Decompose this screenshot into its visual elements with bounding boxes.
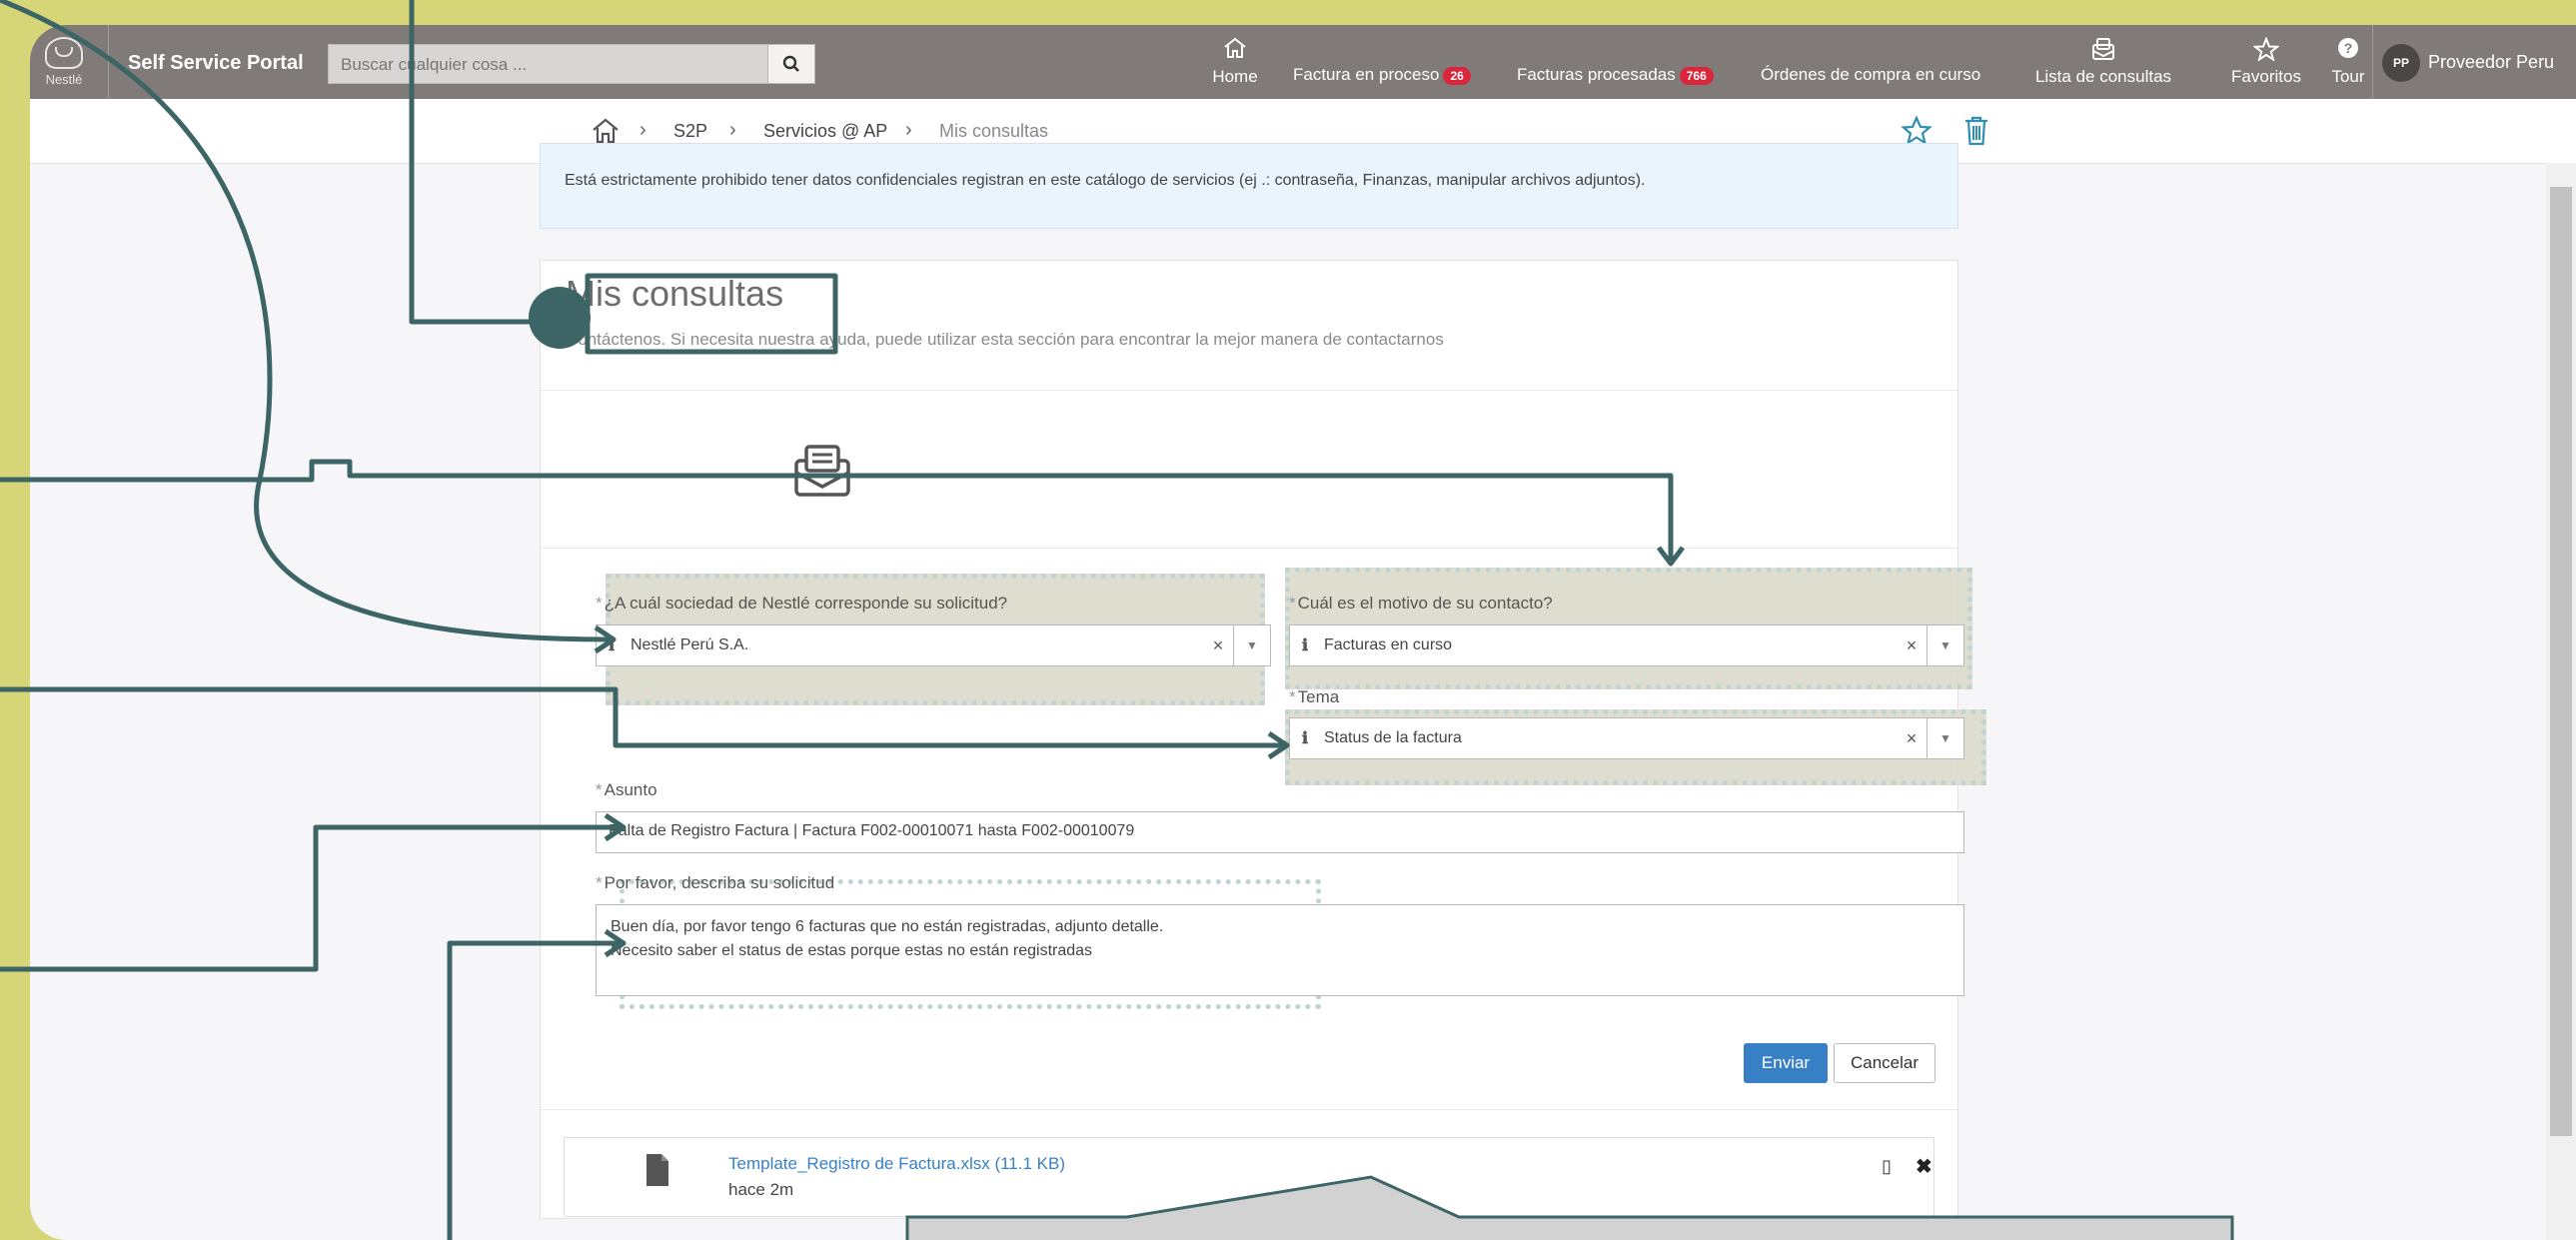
nestle-logo[interactable]: Nestlé — [40, 35, 88, 89]
divider — [541, 390, 1957, 391]
nav-favoritos-label: Favoritos — [2231, 67, 2301, 86]
submit-button[interactable]: Enviar — [1744, 1043, 1828, 1083]
sociedad-label: * ¿A cuál sociedad de Nestlé corresponde … — [596, 594, 1008, 613]
nav-lista-consultas-label: Lista de consultas — [2034, 67, 2172, 86]
asunto-input[interactable]: Falta de Registro Factura | Factura F002… — [596, 811, 1964, 853]
scrollbar[interactable] — [2546, 163, 2576, 1240]
inbox-icon — [794, 445, 850, 497]
nav-home-label: Home — [1212, 67, 1258, 86]
chevron-down-icon[interactable]: ▼ — [1927, 718, 1963, 758]
help-icon: ? — [2338, 38, 2358, 58]
nav-home[interactable]: Home — [1205, 35, 1265, 95]
motivo-label: * Cuál es el motivo de su contacto? — [1289, 594, 1553, 613]
search-icon — [782, 55, 799, 72]
nav-tour-label: Tour — [2331, 67, 2365, 86]
nav-ordenes-compra[interactable]: Órdenes de compra en curso — [1761, 65, 1980, 85]
page-subtitle: Contáctenos. Si necesita nuestra ayuda, … — [566, 330, 1444, 349]
descripcion-textarea[interactable]: Buen día, por favor tengo 6 facturas que… — [596, 904, 1964, 996]
portal-title[interactable]: Self Service Portal — [128, 52, 304, 75]
delete-attachment-icon[interactable]: ✖ — [1916, 1154, 1932, 1179]
trash-icon[interactable] — [1962, 115, 1990, 147]
chevron-down-icon[interactable]: ▼ — [1233, 625, 1270, 665]
clear-icon[interactable]: × — [1897, 635, 1927, 656]
descripcion-label: * Por favor, describa su solicitud — [596, 873, 835, 892]
user-name[interactable]: Proveedor Peru — [2428, 52, 2554, 73]
nav-tour[interactable]: ? Tour — [2328, 35, 2368, 95]
nest-icon — [45, 37, 83, 69]
breadcrumb-item-s2p[interactable]: S2P — [673, 121, 707, 142]
favorite-star-icon[interactable] — [1901, 116, 1932, 146]
chevron-right-icon: › — [729, 119, 736, 141]
user-divider — [2372, 25, 2373, 99]
nav-divider — [108, 25, 109, 99]
svg-text:?: ? — [2344, 40, 2353, 56]
motivo-select[interactable]: ℹ Facturas en curso × ▼ — [1289, 624, 1964, 666]
search-button[interactable] — [767, 45, 814, 83]
avatar[interactable]: PP — [2382, 44, 2420, 82]
nav-factura-en-proceso[interactable]: Factura en proceso 26 — [1293, 65, 1471, 85]
nav-favoritos[interactable]: Favoritos — [2224, 35, 2308, 95]
top-navigation-bar: Nestlé Self Service Portal Buscar cualqu… — [30, 25, 2576, 99]
badge-factura-en-proceso: 26 — [1443, 66, 1471, 85]
divider — [541, 548, 1957, 549]
info-icon: ℹ — [1301, 730, 1309, 747]
chevron-right-icon: › — [640, 119, 646, 141]
attachment-link[interactable]: Template_Registro de Factura.xlsx (11.1 … — [728, 1154, 1065, 1174]
breadcrumb-item-servicios[interactable]: Servicios @ AP — [763, 121, 887, 142]
attachment-item: Template_Registro de Factura.xlsx (11.1 … — [564, 1137, 1934, 1217]
sociedad-select[interactable]: ℹ Nestlé Perú S.A. × ▼ — [596, 624, 1271, 666]
page-title: Mis consultas — [566, 273, 784, 314]
breadcrumb-item-current: Mis consultas — [939, 121, 1049, 141]
home-icon — [1224, 37, 1246, 58]
badge-facturas-procesadas: 766 — [1679, 66, 1714, 85]
info-icon: ℹ — [1301, 637, 1309, 654]
file-icon — [646, 1154, 668, 1186]
confidentiality-notice: Está estrictamente prohibido tener datos… — [540, 143, 1958, 229]
scrollbar-thumb[interactable] — [2550, 187, 2572, 1136]
inbox-icon — [2092, 38, 2114, 60]
clear-icon[interactable]: × — [1203, 635, 1233, 656]
copy-icon[interactable]: ▯ — [1882, 1156, 1892, 1177]
tema-label: * Tema — [1289, 687, 1340, 706]
chevron-right-icon: › — [905, 119, 912, 141]
nav-facturas-procesadas[interactable]: Facturas procesadas 766 — [1517, 65, 1714, 85]
tema-select[interactable]: ℹ Status de la factura × ▼ — [1289, 717, 1964, 759]
search-box[interactable]: Buscar cualquier cosa ... — [328, 44, 815, 84]
nav-lista-consultas[interactable]: Lista de consultas — [2028, 35, 2178, 95]
home-icon[interactable] — [592, 118, 620, 144]
chevron-down-icon[interactable]: ▼ — [1927, 625, 1963, 665]
info-icon: ℹ — [608, 637, 616, 654]
attachment-time: hace 2m — [728, 1180, 794, 1199]
asunto-label: * Asunto — [596, 780, 657, 799]
cancel-button[interactable]: Cancelar — [1834, 1043, 1935, 1083]
clear-icon[interactable]: × — [1897, 728, 1927, 749]
search-input[interactable]: Buscar cualquier cosa ... — [329, 45, 767, 83]
divider — [541, 1109, 1957, 1110]
star-icon — [2253, 37, 2279, 61]
